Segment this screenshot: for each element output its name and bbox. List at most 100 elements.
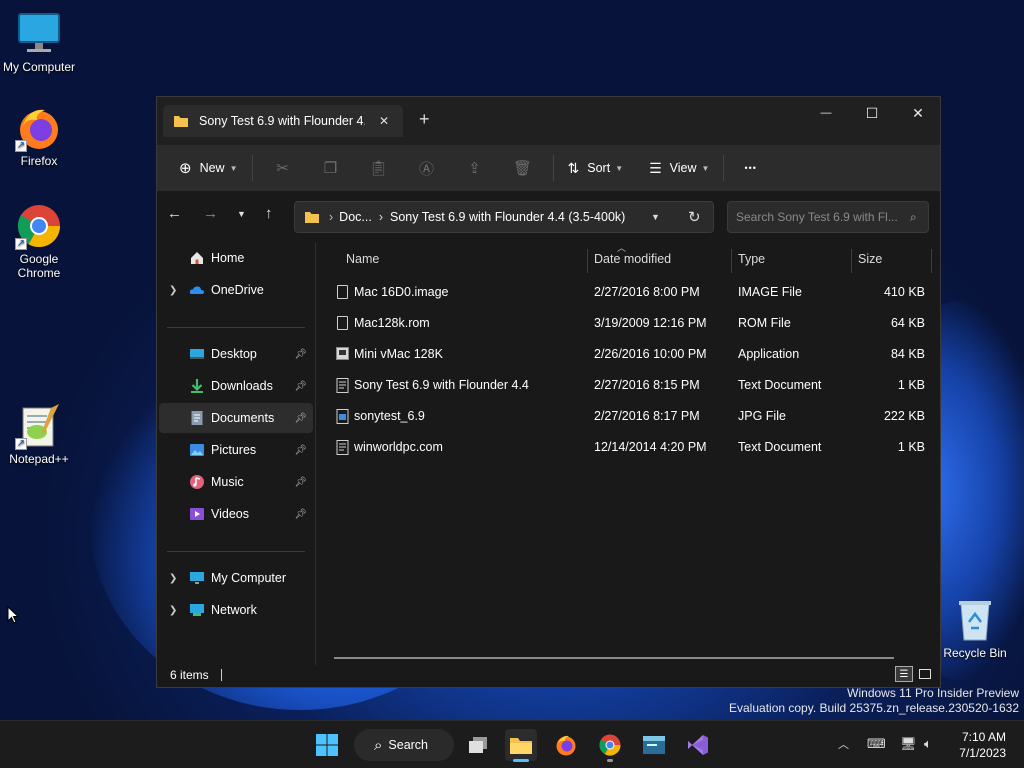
sidebar-item-label: Music (211, 475, 244, 489)
task-view-button[interactable] (462, 729, 494, 761)
column-separator[interactable] (931, 249, 932, 273)
sort-label: Sort (587, 161, 611, 175)
network-status-icon[interactable]: 🖥︎ (900, 736, 917, 752)
forward-arrow-icon[interactable]: → (203, 205, 218, 222)
keyboard-icon[interactable]: ⌨ (867, 736, 886, 752)
column-header-size[interactable]: Size (858, 243, 882, 275)
column-header-date[interactable]: Date modified (594, 243, 671, 275)
crumb-separator-icon: › (329, 210, 334, 224)
new-tab-button[interactable]: + (419, 109, 430, 130)
file-list: ︿ Name Date modified Type Size Mac 16D0.… (317, 243, 937, 665)
volume-icon[interactable]: 🔈︎ (924, 736, 932, 752)
image-file-icon (336, 409, 349, 424)
tab-current-folder[interactable]: Sony Test 6.9 with Flounder 4.4 (3.5-400… (163, 105, 403, 137)
address-dropdown-icon[interactable]: ▼ (651, 212, 660, 222)
refresh-icon[interactable]: ↻ (688, 208, 701, 226)
desktop-icon-notepad-plus-plus[interactable]: ↗ Notepad++ (1, 402, 77, 466)
delete-button[interactable]: 🗑︎ (499, 153, 547, 183)
desktop-icon-google-chrome[interactable]: ↗ Google Chrome (1, 202, 77, 280)
view-button[interactable]: ☰ View ▼ (641, 153, 717, 183)
pin-icon: 📌︎ (294, 508, 307, 520)
recent-locations-chevron-icon[interactable]: ▼ (237, 209, 246, 219)
folder-icon (174, 116, 188, 127)
evaluation-watermark: Windows 11 Pro Insider Preview Evaluatio… (729, 686, 1019, 716)
sidebar-item-videos[interactable]: Videos 📌︎ (159, 499, 313, 529)
search-box[interactable]: Search Sony Test 6.9 with Fl... ⌕ (727, 201, 929, 233)
search-icon: ⌕ (910, 209, 917, 224)
file-icon (337, 285, 348, 299)
taskbar-visual-studio[interactable] (682, 729, 714, 761)
expand-chevron-icon[interactable]: ❯ (169, 573, 177, 584)
show-hidden-icons-chevron-icon[interactable]: ︿ (838, 736, 849, 752)
file-date: 2/26/2016 10:00 PM (594, 347, 707, 361)
maximize-button[interactable]: ☐ (849, 97, 895, 129)
sort-button[interactable]: ⇅ Sort ▼ (560, 153, 632, 183)
sidebar-item-pictures[interactable]: Pictures 📌︎ (159, 435, 313, 465)
column-separator[interactable] (731, 249, 732, 273)
text-document-icon (336, 378, 349, 393)
desktop-icon-firefox[interactable]: ↗ Firefox (1, 104, 77, 168)
taskbar-chrome[interactable] (594, 729, 626, 762)
pane-splitter[interactable] (315, 243, 316, 665)
expand-chevron-icon[interactable]: ❯ (169, 605, 177, 616)
text-document-icon (336, 440, 349, 455)
sidebar-item-documents[interactable]: Documents 📌︎ (159, 403, 313, 433)
back-arrow-icon[interactable]: ← (167, 205, 182, 222)
running-indicator (607, 759, 613, 762)
breadcrumb-documents[interactable]: Doc... (339, 210, 372, 224)
file-name: winworldpc.com (354, 440, 443, 454)
file-size: 1 KB (897, 378, 925, 392)
table-row[interactable]: Mac 16D0.image 2/27/2016 8:00 PM IMAGE F… (327, 277, 933, 308)
table-row[interactable]: Mini vMac 128K 2/26/2016 10:00 PM Applic… (327, 339, 933, 370)
table-row[interactable]: sonytest_6.9 2/27/2016 8:17 PM JPG File … (327, 401, 933, 432)
taskbar-firefox[interactable] (550, 729, 582, 761)
column-separator[interactable] (587, 249, 588, 273)
share-button[interactable]: ⇪ (451, 153, 499, 183)
file-size: 64 KB (890, 316, 925, 330)
horizontal-scrollbar[interactable] (334, 657, 894, 659)
address-bar[interactable]: › Doc... › Sony Test 6.9 with Flounder 4… (294, 201, 714, 233)
document-icon (191, 411, 203, 425)
sidebar-item-desktop[interactable]: Desktop 📌︎ (159, 339, 313, 369)
sidebar-item-music[interactable]: Music 📌︎ (159, 467, 313, 497)
taskbar-search[interactable]: ⌕ Search (354, 729, 454, 761)
column-separator[interactable] (851, 249, 852, 273)
start-button[interactable] (311, 729, 343, 761)
column-header-type[interactable]: Type (738, 243, 765, 275)
table-row[interactable]: Mac128k.rom 3/19/2009 12:16 PM ROM File … (327, 308, 933, 339)
sidebar-item-downloads[interactable]: Downloads 📌︎ (159, 371, 313, 401)
rename-button[interactable]: Ⓐ (403, 153, 451, 183)
sidebar-item-my-computer[interactable]: ❯ My Computer (159, 563, 313, 593)
breadcrumb-current-folder[interactable]: Sony Test 6.9 with Flounder 4.4 (3.5-400… (390, 210, 625, 224)
pin-icon: 📌︎ (294, 412, 307, 424)
column-header-name[interactable]: Name (346, 243, 379, 275)
expand-chevron-icon[interactable]: ❯ (169, 285, 177, 296)
copy-button[interactable]: ❐ (307, 153, 355, 183)
desktop-icon-recycle-bin[interactable]: Recycle Bin (937, 596, 1013, 660)
scissors-icon: ✂ (276, 160, 289, 177)
cut-button[interactable]: ✂ (259, 153, 307, 183)
paste-button[interactable]: 📋︎ (355, 153, 403, 183)
table-row[interactable]: Sony Test 6.9 with Flounder 4.4 2/27/201… (327, 370, 933, 401)
details-view-button[interactable]: ☰ (895, 666, 913, 682)
taskbar-terminal[interactable] (638, 729, 670, 761)
desktop-icon-label: Google Chrome (17, 252, 61, 280)
sidebar-item-network[interactable]: ❯ Network (159, 595, 313, 625)
table-row[interactable]: winworldpc.com 12/14/2014 4:20 PM Text D… (327, 432, 933, 463)
new-button[interactable]: ⊕ New ▼ (171, 153, 246, 183)
sidebar-item-home[interactable]: Home (159, 243, 313, 273)
sidebar-divider (167, 551, 305, 552)
minimize-button[interactable]: — (803, 97, 849, 129)
taskbar-search-label: Search (388, 738, 429, 752)
desktop-icon-my-computer[interactable]: My Computer (1, 10, 77, 74)
close-window-button[interactable]: ✕ (895, 97, 941, 129)
taskbar-file-explorer[interactable] (505, 729, 537, 762)
home-icon (191, 252, 203, 264)
tiles-view-button[interactable] (917, 666, 933, 682)
more-options-button[interactable]: ••• (736, 153, 764, 183)
sidebar-item-onedrive[interactable]: ❯ OneDrive (159, 275, 313, 305)
clock[interactable]: 7:10 AM 7/1/2023 (959, 729, 1006, 761)
tab-close-icon[interactable]: ✕ (379, 114, 389, 128)
up-arrow-icon[interactable]: ↑ (265, 205, 273, 222)
new-label: New (199, 161, 225, 175)
